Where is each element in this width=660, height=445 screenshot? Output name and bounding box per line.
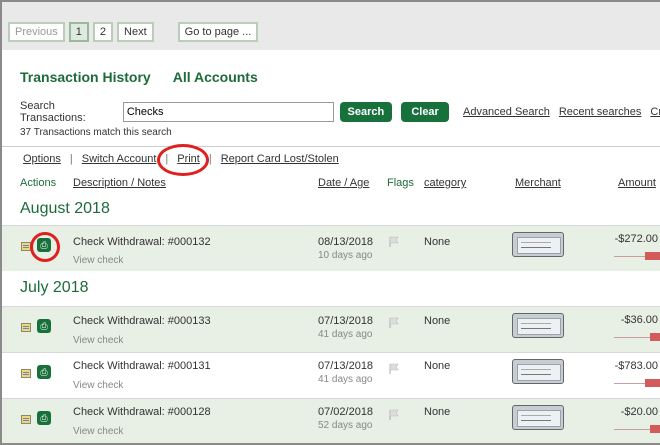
- transaction-date: 07/13/2018: [318, 315, 374, 327]
- transaction-amount: -$20.00: [620, 406, 658, 418]
- amount-bar-fill: [645, 252, 660, 260]
- print-icon[interactable]: ⎙: [37, 319, 51, 333]
- separator: |: [165, 152, 169, 165]
- go-to-page-button[interactable]: Go to page ...: [177, 22, 259, 42]
- transaction-amount: -$783.00: [614, 360, 658, 372]
- separator: |: [208, 152, 212, 165]
- note-icon[interactable]: [21, 323, 31, 332]
- print-icon[interactable]: ⎙: [37, 238, 51, 252]
- all-accounts-title[interactable]: All Accounts: [173, 69, 258, 85]
- print-icon[interactable]: ⎙: [37, 365, 51, 379]
- transaction-date: 07/02/2018: [318, 406, 374, 418]
- flag-icon[interactable]: [388, 409, 400, 421]
- options-link[interactable]: Options: [23, 153, 61, 165]
- note-icon[interactable]: [21, 415, 31, 424]
- browser-frame: Previous 1 2 Next Go to page ... Transac…: [0, 0, 660, 445]
- clear-button[interactable]: Clear: [401, 102, 449, 122]
- transaction-age: 41 days ago: [318, 329, 373, 340]
- previous-page-button[interactable]: Previous: [8, 22, 65, 42]
- month-heading: July 2018: [20, 279, 89, 296]
- search-button[interactable]: Search: [339, 102, 393, 122]
- transaction-row[interactable]: ⎙ Check Withdrawal: #000133 View check 0…: [2, 306, 660, 352]
- check-image[interactable]: [512, 313, 564, 338]
- transaction-amount: -$36.00: [620, 314, 658, 326]
- create-link[interactable]: Cr: [650, 106, 660, 118]
- amount-bar-fill: [645, 379, 660, 387]
- transaction-category[interactable]: None: [424, 406, 450, 418]
- view-check-link[interactable]: View check: [73, 255, 123, 266]
- amount-bar-fill: [650, 333, 660, 341]
- print-icon[interactable]: ⎙: [37, 411, 51, 425]
- flag-icon[interactable]: [388, 317, 400, 329]
- transaction-date: 08/13/2018: [318, 236, 374, 248]
- amount-bar-fill: [650, 425, 660, 433]
- actions-header: Actions: [20, 177, 57, 189]
- amount-bar: [614, 425, 660, 433]
- search-row: Search Transactions: Search Clear Advanc…: [20, 100, 660, 124]
- note-icon[interactable]: [21, 369, 31, 378]
- check-image[interactable]: [512, 359, 564, 384]
- transaction-date: 07/13/2018: [318, 360, 374, 372]
- separator: |: [69, 152, 73, 165]
- options-bar: Options | Switch Account | Print | Repor…: [2, 146, 660, 170]
- switch-account-link[interactable]: Switch Account: [82, 153, 157, 165]
- flag-icon[interactable]: [388, 236, 400, 248]
- view-check-link[interactable]: View check: [73, 335, 123, 346]
- next-page-button[interactable]: Next: [117, 22, 154, 42]
- transaction-amount: -$272.00: [614, 233, 658, 245]
- recent-searches-link[interactable]: Recent searches: [559, 106, 642, 118]
- result-count: 37 Transactions match this search: [20, 127, 172, 138]
- check-image[interactable]: [512, 405, 564, 430]
- transaction-description: Check Withdrawal: #000131: [73, 360, 211, 372]
- page-2-button[interactable]: 2: [92, 22, 114, 42]
- transactions-panel: Transaction History All Accounts Search …: [2, 50, 660, 443]
- transaction-category[interactable]: None: [424, 236, 450, 248]
- transaction-age: 10 days ago: [318, 250, 373, 261]
- transaction-category[interactable]: None: [424, 315, 450, 327]
- pagination: Previous 1 2 Next Go to page ...: [8, 22, 259, 42]
- panel-titles: Transaction History All Accounts: [20, 69, 258, 85]
- transaction-age: 52 days ago: [318, 420, 373, 431]
- search-input[interactable]: [122, 102, 334, 122]
- description-header[interactable]: Description / Notes: [73, 177, 166, 189]
- month-heading: August 2018: [20, 200, 110, 217]
- report-card-lost-link[interactable]: Report Card Lost/Stolen: [221, 153, 339, 165]
- amount-bar: [614, 379, 660, 387]
- amount-header[interactable]: Amount: [618, 177, 656, 189]
- page-1-button[interactable]: 1: [68, 22, 89, 42]
- advanced-search-link[interactable]: Advanced Search: [463, 106, 550, 118]
- print-link[interactable]: Print: [177, 153, 200, 165]
- amount-bar: [614, 252, 660, 260]
- transaction-history-title: Transaction History: [20, 69, 151, 85]
- transaction-category[interactable]: None: [424, 360, 450, 372]
- flags-header: Flags: [387, 177, 414, 189]
- view-check-link[interactable]: View check: [73, 426, 123, 437]
- check-image[interactable]: [512, 232, 564, 257]
- transaction-age: 41 days ago: [318, 374, 373, 385]
- category-header[interactable]: category: [424, 177, 466, 189]
- search-label: Search Transactions:: [20, 100, 86, 124]
- transaction-description: Check Withdrawal: #000128: [73, 406, 211, 418]
- transaction-row[interactable]: ⎙ Check Withdrawal: #000131 View check 0…: [2, 352, 660, 398]
- date-header[interactable]: Date / Age: [318, 177, 369, 189]
- note-icon[interactable]: [21, 242, 31, 251]
- transaction-description: Check Withdrawal: #000133: [73, 315, 211, 327]
- view-check-link[interactable]: View check: [73, 380, 123, 391]
- merchant-header[interactable]: Merchant: [515, 177, 561, 189]
- transaction-row[interactable]: ⎙ Check Withdrawal: #000132 View check 0…: [2, 225, 660, 271]
- flag-icon[interactable]: [388, 363, 400, 375]
- column-headers: Actions Description / Notes Date / Age F…: [2, 177, 660, 191]
- transaction-row[interactable]: ⎙ Check Withdrawal: #000128 View check 0…: [2, 398, 660, 443]
- amount-bar: [614, 333, 660, 341]
- transaction-description: Check Withdrawal: #000132: [73, 236, 211, 248]
